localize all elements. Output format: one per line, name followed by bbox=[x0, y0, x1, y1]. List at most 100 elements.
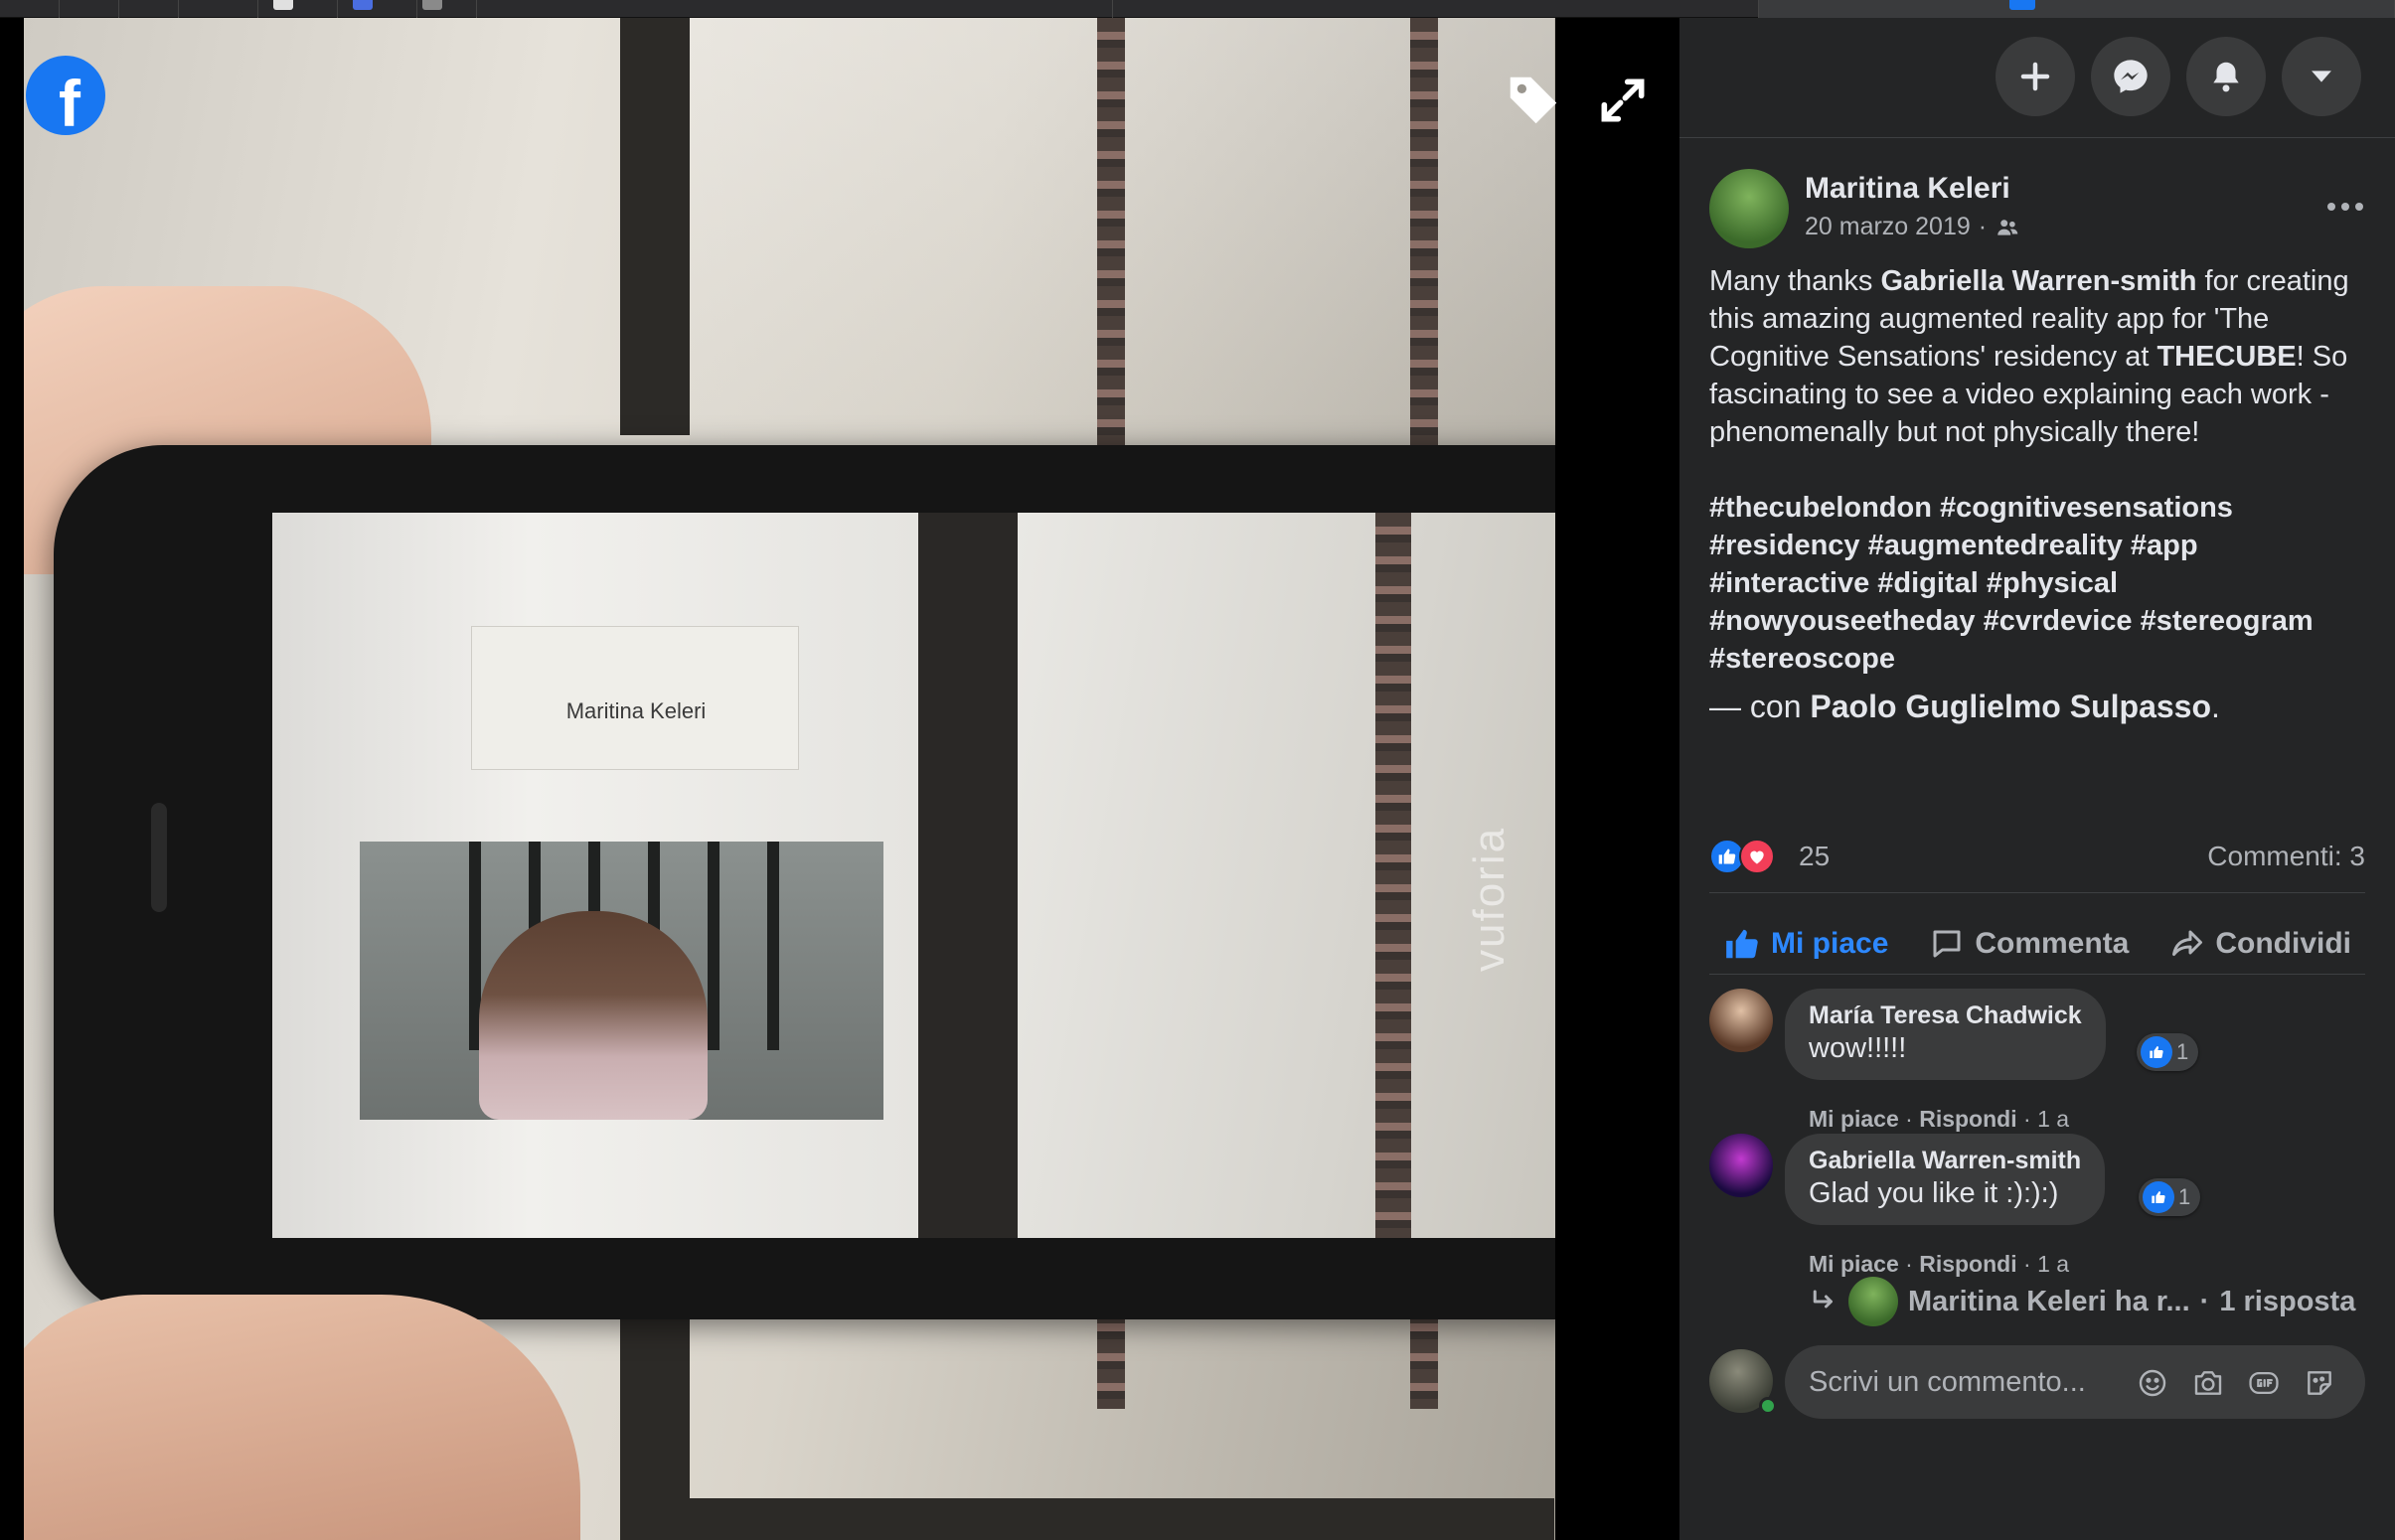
browser-tab-active[interactable] bbox=[1759, 0, 2395, 18]
comment-reaction-badge[interactable]: 1 bbox=[2137, 1033, 2199, 1071]
messenger-icon bbox=[2114, 60, 2148, 93]
browser-tab[interactable] bbox=[258, 0, 338, 18]
with-person-link[interactable]: Paolo Guglielmo Sulpasso bbox=[1810, 689, 2211, 724]
comment-button[interactable]: Commenta bbox=[1915, 912, 2143, 976]
comment-like-count: 1 bbox=[2176, 1039, 2189, 1064]
reply-separator: · bbox=[2199, 1285, 2210, 1317]
plus-icon bbox=[2020, 62, 2050, 91]
share-arrow-icon bbox=[2172, 930, 2203, 956]
header-divider bbox=[1679, 137, 2395, 138]
tagged-page-link[interactable]: THECUBE bbox=[2156, 341, 2296, 373]
messenger-button[interactable] bbox=[2091, 37, 2170, 116]
tab-favicon bbox=[273, 0, 293, 10]
inner-bar bbox=[767, 842, 779, 1050]
browser-tab[interactable] bbox=[477, 0, 1113, 18]
post-actions: Mi piace Commenta Condividi bbox=[1709, 906, 2365, 982]
post-paragraph: Many thanks Gabriella Warren-smith for c… bbox=[1709, 262, 2365, 451]
browser-tab[interactable] bbox=[1113, 0, 1759, 18]
emoji-icon[interactable] bbox=[2135, 1365, 2170, 1401]
bell-icon bbox=[2213, 62, 2239, 92]
comment-input[interactable] bbox=[1785, 1345, 2113, 1419]
gif-icon[interactable] bbox=[2246, 1365, 2282, 1401]
tagged-person-link[interactable]: Gabriella Warren-smith bbox=[1880, 265, 2196, 297]
reply-author-text: Maritina Keleri ha r... bbox=[1908, 1285, 2190, 1317]
caret-down-icon bbox=[2312, 71, 2331, 82]
like-button-label: Mi piace bbox=[1771, 927, 1889, 960]
thumbs-up-icon bbox=[1726, 929, 1758, 959]
comment-text: Glad you like it :):):) bbox=[1809, 1177, 2059, 1209]
reply-count: 1 risposta bbox=[2219, 1285, 2356, 1317]
browser-tab[interactable] bbox=[179, 0, 258, 18]
browser-tab[interactable] bbox=[119, 0, 179, 18]
tag-icon[interactable] bbox=[1499, 66, 1568, 135]
hand-thumb-bottom bbox=[24, 1295, 580, 1540]
sticker-icon[interactable] bbox=[2302, 1365, 2337, 1401]
photo-frame-edge bbox=[620, 18, 690, 435]
actions-divider-top bbox=[1709, 892, 2365, 893]
with-prefix: — con bbox=[1709, 689, 1811, 724]
phone-screen-divider bbox=[918, 513, 1018, 1238]
expand-icon[interactable] bbox=[1588, 66, 1658, 135]
comment-reply-link[interactable]: Rispondi bbox=[1919, 1251, 2016, 1277]
commenter-name[interactable]: Gabriella Warren-smith bbox=[1809, 1146, 2081, 1175]
photo-rail bbox=[1410, 1309, 1438, 1409]
account-menu-button[interactable] bbox=[2282, 37, 2361, 116]
comment-bubble: María Teresa Chadwick wow!!!!! bbox=[1785, 989, 2106, 1080]
commenter-avatar[interactable] bbox=[1709, 989, 1773, 1052]
photo-frame-edge bbox=[620, 1309, 690, 1540]
comment-age[interactable]: 1 a bbox=[2037, 1106, 2069, 1132]
comment-like-link[interactable]: Mi piace bbox=[1809, 1251, 1899, 1277]
reaction-count[interactable]: 25 bbox=[1799, 841, 1830, 872]
friends-audience-icon bbox=[1997, 219, 2018, 235]
reactions-summary: 25 Commenti: 3 bbox=[1709, 831, 2365, 880]
author-avatar[interactable] bbox=[1709, 169, 1789, 248]
author-name[interactable]: Maritina Keleri bbox=[1805, 172, 2010, 206]
share-button[interactable]: Condividi bbox=[2156, 912, 2365, 976]
comment-age[interactable]: 1 a bbox=[2037, 1251, 2069, 1277]
meta-separator: · bbox=[1978, 213, 1988, 240]
photo-viewer: Maritina Keleri vuforia f bbox=[0, 18, 1679, 1540]
photo-rail bbox=[1410, 18, 1438, 455]
view-replies-link[interactable]: Maritina Keleri ha r... · 1 risposta bbox=[1809, 1277, 2355, 1326]
post-meta: 20 marzo 2019 · bbox=[1805, 213, 2020, 241]
inner-bar bbox=[708, 842, 719, 1050]
comment-reply-link[interactable]: Rispondi bbox=[1919, 1106, 2016, 1132]
reply-arrow-icon bbox=[1813, 1290, 1833, 1309]
post-side-panel: Maritina Keleri 20 marzo 2019 · Many tha… bbox=[1679, 18, 2395, 1540]
comments-count[interactable]: Commenti: 3 bbox=[2207, 841, 2365, 872]
comment-item: Gabriella Warren-smith Glad you like it … bbox=[1709, 1134, 2385, 1277]
post-options-button[interactable] bbox=[2315, 187, 2375, 227]
comment-reaction-badge[interactable]: 1 bbox=[2139, 1178, 2201, 1216]
share-button-label: Condividi bbox=[2215, 927, 2351, 960]
comment-like-count: 1 bbox=[2178, 1184, 2191, 1209]
commenter-name[interactable]: María Teresa Chadwick bbox=[1809, 1001, 2082, 1030]
facebook-logo-icon[interactable]: f bbox=[26, 56, 105, 135]
browser-tab[interactable] bbox=[60, 0, 119, 18]
photo-rail bbox=[1097, 18, 1125, 455]
gallery-label-text: Maritina Keleri bbox=[565, 698, 707, 723]
tab-favicon bbox=[353, 0, 373, 10]
post-date[interactable]: 20 marzo 2019 bbox=[1805, 213, 1971, 241]
browser-tab[interactable] bbox=[338, 0, 417, 18]
camera-icon[interactable] bbox=[2190, 1365, 2226, 1401]
like-button[interactable]: Mi piace bbox=[1709, 912, 1902, 976]
like-icon bbox=[2141, 1036, 2172, 1068]
inner-person bbox=[479, 911, 708, 1120]
post-hashtags[interactable]: #thecubelondon #cognitivesensations #res… bbox=[1709, 489, 2365, 678]
reply-author-avatar bbox=[1848, 1277, 1898, 1326]
commenter-avatar[interactable] bbox=[1709, 1134, 1773, 1197]
love-reaction-icon[interactable] bbox=[1739, 839, 1775, 874]
notifications-button[interactable] bbox=[2186, 37, 2266, 116]
photo-frame-edge bbox=[690, 1498, 1554, 1540]
comment-like-link[interactable]: Mi piace bbox=[1809, 1106, 1899, 1132]
comment-meta: Mi piace · Rispondi · 1 a bbox=[1809, 1106, 2070, 1132]
browser-tab[interactable] bbox=[0, 0, 60, 18]
vuforia-watermark: vuforia bbox=[1465, 826, 1514, 972]
browser-tab-strip bbox=[0, 0, 2395, 18]
post-photo: Maritina Keleri vuforia bbox=[24, 18, 1555, 1540]
create-button[interactable] bbox=[1996, 37, 2075, 116]
with-suffix: . bbox=[2211, 689, 2220, 724]
comment-item: María Teresa Chadwick wow!!!!! 1 Mi piac… bbox=[1709, 989, 2385, 1132]
inner-photo-print bbox=[360, 842, 883, 1120]
tab-favicon bbox=[2009, 0, 2035, 10]
